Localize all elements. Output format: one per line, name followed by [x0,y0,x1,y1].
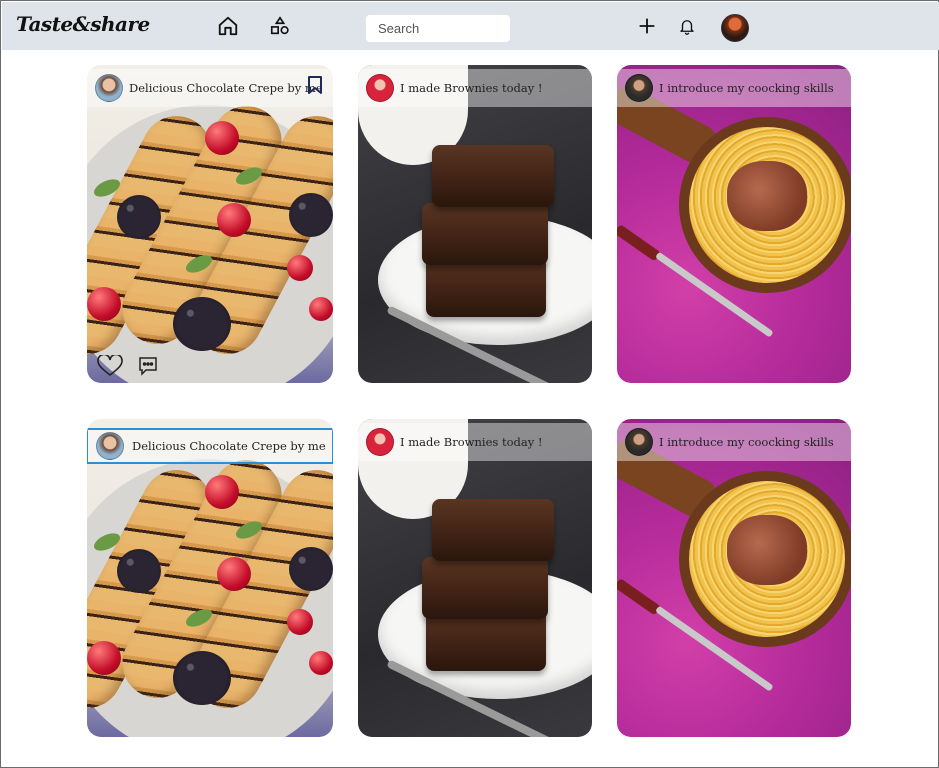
post-image-crepe [87,419,333,737]
post-header[interactable]: I made Brownies today ! [358,69,592,107]
comment-icon[interactable] [137,356,159,376]
post-title: I introduce my coocking skills [659,81,834,95]
home-icon[interactable] [216,14,240,38]
bell-icon[interactable] [675,14,699,38]
user-avatar[interactable] [366,74,394,102]
post-image-crepe [87,65,333,383]
post-header[interactable]: I introduce my coocking skills [617,423,851,461]
post-header[interactable]: I introduce my coocking skills [617,69,851,107]
plus-icon[interactable] [635,14,659,38]
shapes-icon[interactable] [268,14,292,38]
user-avatar[interactable] [625,74,653,102]
post-title: I made Brownies today ! [400,435,543,449]
bookmark-icon[interactable] [307,75,323,100]
post-header[interactable]: Delicious Chocolate Crepe by me [87,69,333,107]
like-icon[interactable] [97,355,123,377]
post-image-pasta [617,419,851,737]
post-image-brownie [358,419,592,737]
post-image-brownie [358,65,592,383]
post-actions [97,355,159,377]
profile-avatar[interactable] [721,14,749,42]
app-window: Taste&share Search Delicious Chocolate C… [0,0,939,768]
post-header-focused[interactable]: Delicious Chocolate Crepe by me [87,428,333,464]
post-title: Delicious Chocolate Crepe by me [129,81,323,95]
post-card[interactable]: Delicious Chocolate Crepe by me [87,419,333,737]
post-card[interactable]: I introduce my coocking skills [617,419,851,737]
top-nav-bar: Taste&share [2,2,939,50]
post-card[interactable]: I introduce my coocking skills [617,65,851,383]
post-title: Delicious Chocolate Crepe by me [132,439,326,453]
post-card[interactable]: I made Brownies today ! [358,65,592,383]
user-avatar[interactable] [95,74,123,102]
user-avatar[interactable] [625,428,653,456]
search-input[interactable] [366,15,510,42]
post-title: I introduce my coocking skills [659,435,834,449]
user-avatar[interactable] [366,428,394,456]
post-card[interactable]: Delicious Chocolate Crepe by me [87,65,333,383]
post-image-pasta [617,65,851,383]
app-logo[interactable]: Taste&share [16,12,150,36]
post-card[interactable]: I made Brownies today ! [358,419,592,737]
post-title: I made Brownies today ! [400,81,543,95]
user-avatar[interactable] [96,432,124,460]
post-header[interactable]: I made Brownies today ! [358,423,592,461]
